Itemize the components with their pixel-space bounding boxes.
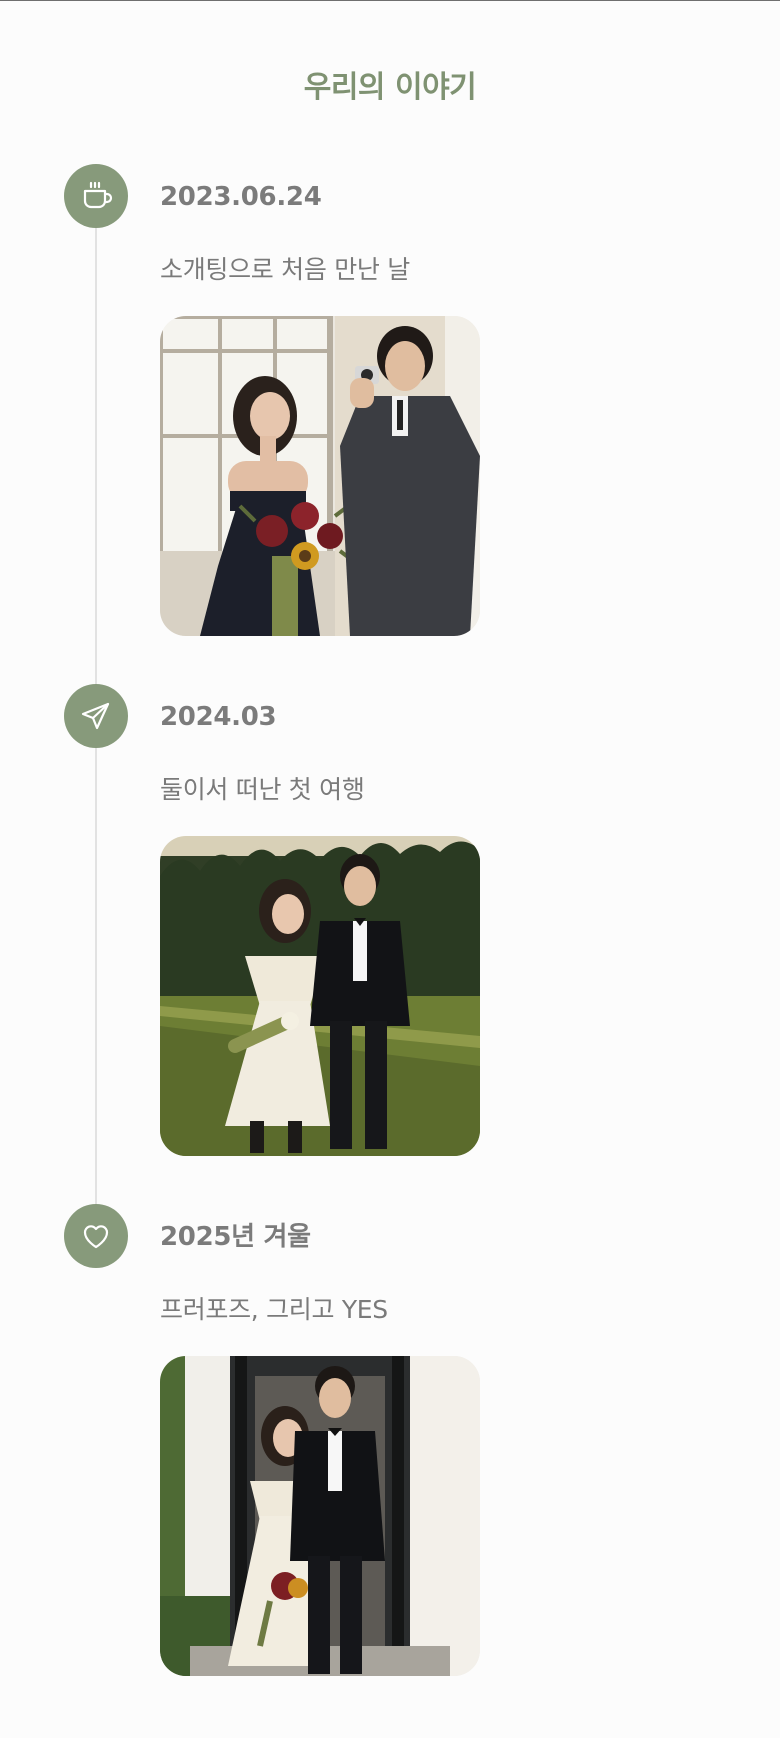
top-divider (0, 0, 780, 1)
paper-plane-icon (64, 684, 128, 748)
event-description: 소개팅으로 처음 만난 날 (160, 255, 410, 284)
heart-icon (64, 1204, 128, 1268)
event-description: 프러포즈, 그리고 YES (160, 1295, 388, 1324)
coffee-cup-icon (64, 164, 128, 228)
event-date: 2025년 겨울 (160, 1222, 311, 1252)
timeline-event: 2025년 겨울 프러포즈, 그리고 YES (0, 1204, 780, 1704)
event-date: 2024.03 (160, 702, 277, 732)
event-photo (160, 316, 480, 636)
event-date: 2023.06.24 (160, 182, 322, 212)
section-title: 우리의 이야기 (303, 70, 477, 105)
event-description: 둘이서 떠난 첫 여행 (160, 775, 365, 804)
timeline-event: 2024.03 둘이서 떠난 첫 여행 (0, 684, 780, 1184)
timeline-event: 2023.06.24 소개팅으로 처음 만난 날 (0, 164, 780, 664)
event-photo (160, 1356, 480, 1676)
event-photo (160, 836, 480, 1156)
